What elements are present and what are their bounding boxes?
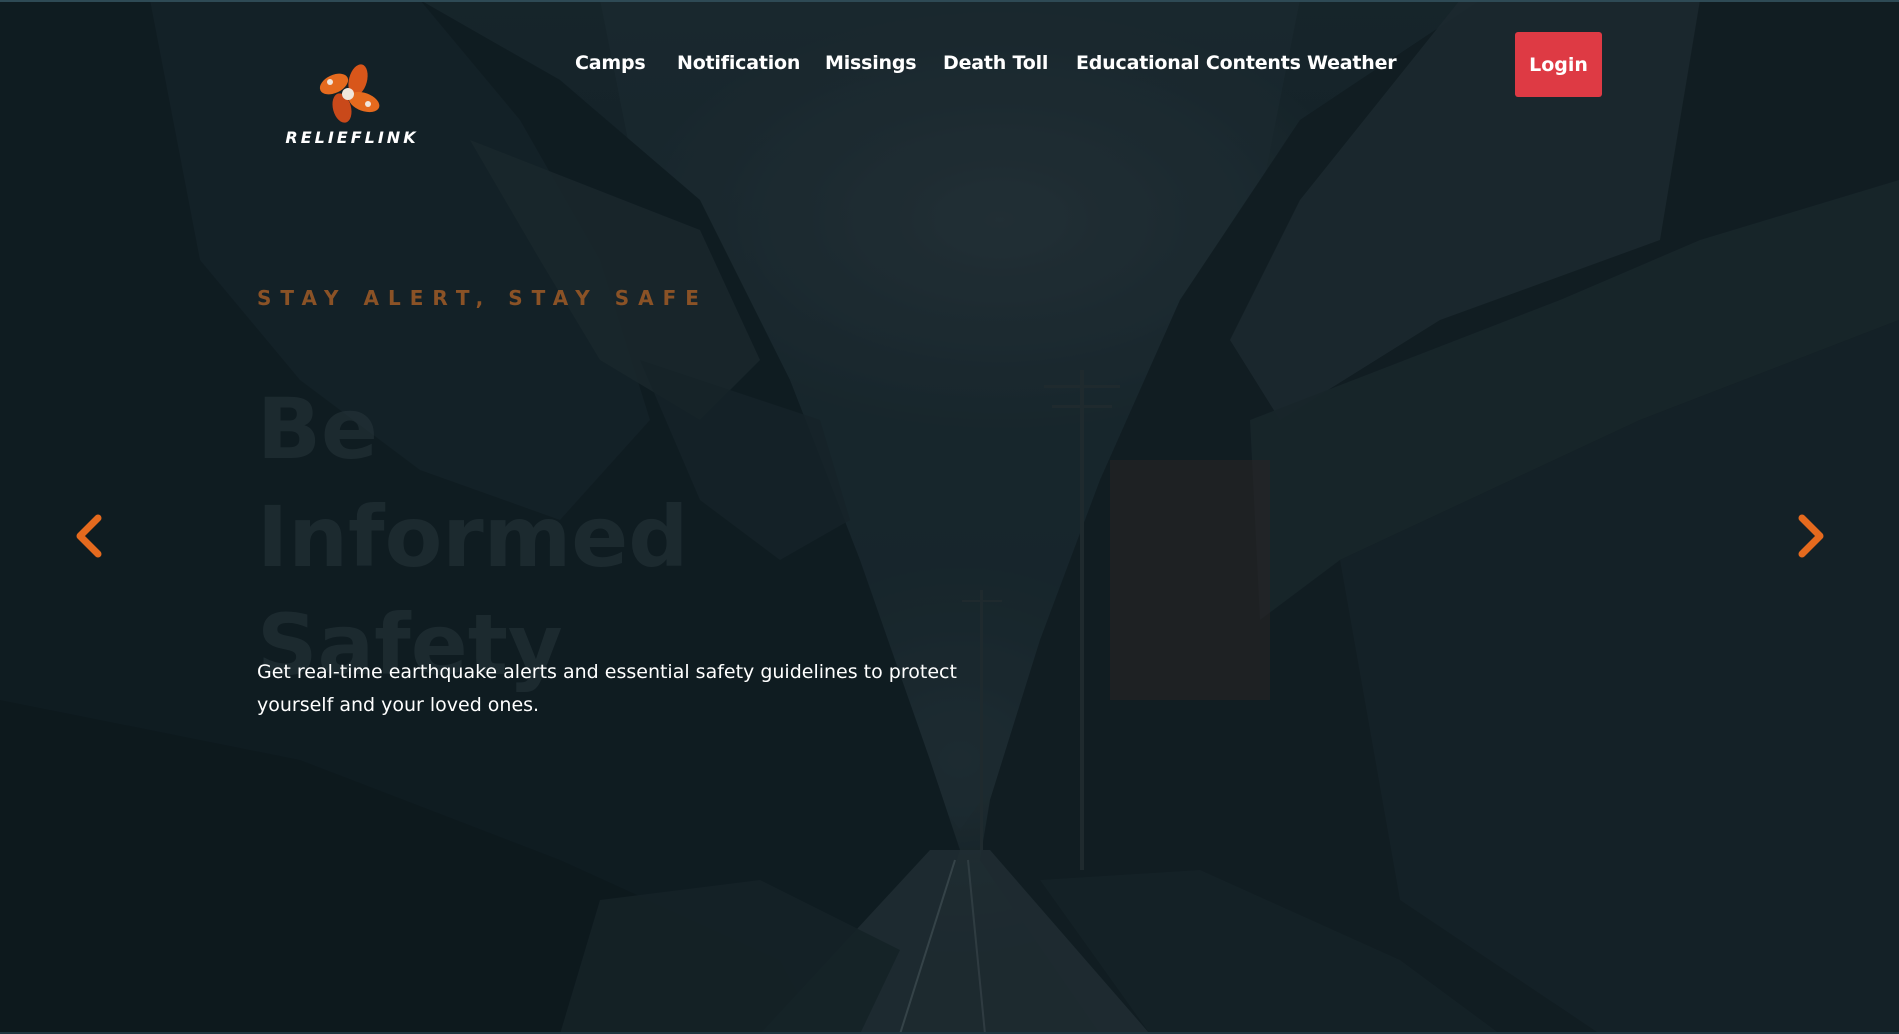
hero-section: RELIEFLINK Camps Notification Missings D… <box>0 0 1899 1034</box>
hero-heading-line: Be <box>257 380 378 478</box>
nav-item-missings[interactable]: Missings <box>825 52 917 74</box>
nav-item-notification[interactable]: Notification <box>677 52 800 74</box>
hero-description: Get real-time earthquake alerts and esse… <box>257 661 957 716</box>
login-button[interactable]: Login <box>1515 32 1602 97</box>
chevron-left-icon <box>76 514 102 558</box>
nav-item-camps[interactable]: Camps <box>575 52 646 74</box>
logo-wordmark: RELIEFLINK <box>285 128 419 147</box>
nav-item-weather[interactable]: Weather <box>1307 52 1397 74</box>
hero-heading-line: Informed <box>257 488 689 586</box>
chevron-right-icon <box>1798 514 1824 558</box>
carousel-next-button[interactable] <box>1790 512 1830 560</box>
top-border <box>0 0 1899 2</box>
logo-flower-icon <box>319 64 380 123</box>
hero-tagline: STAY ALERT, STAY SAFE <box>257 286 708 310</box>
nav-item-educational-contents[interactable]: Educational Contents <box>1076 52 1301 74</box>
brand-logo[interactable]: RELIEFLINK <box>282 60 422 152</box>
nav-item-death-toll[interactable]: Death Toll <box>943 52 1048 74</box>
carousel-prev-button[interactable] <box>70 512 110 560</box>
hero-heading: Be Informed Safety <box>257 375 957 699</box>
